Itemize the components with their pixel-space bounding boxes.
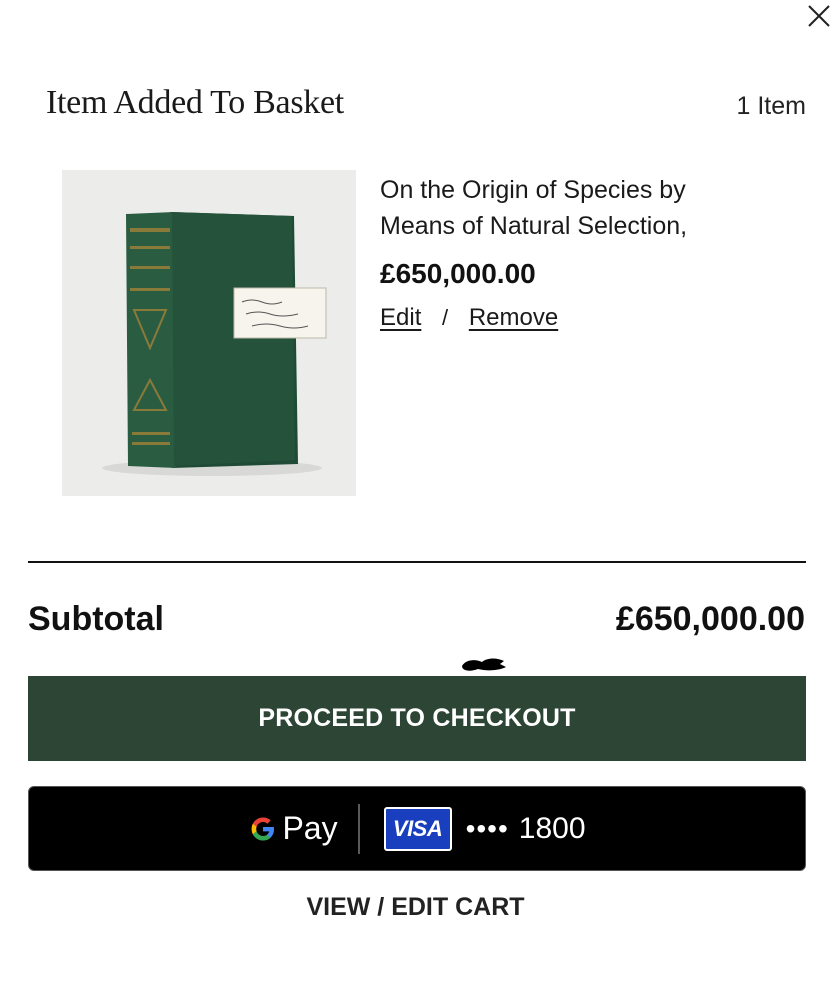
subtotal-value: £650,000.00 bbox=[615, 600, 805, 638]
card-last-four: 1800 bbox=[518, 811, 586, 845]
divider bbox=[28, 561, 806, 563]
pay-text: Pay bbox=[282, 810, 338, 846]
google-g-icon: G bbox=[252, 817, 275, 840]
product-price: £650,000.00 bbox=[380, 258, 536, 289]
action-separator: / bbox=[442, 305, 449, 330]
close-button[interactable] bbox=[803, 0, 831, 30]
product-name[interactable]: On the Origin of Species by Means of Nat… bbox=[380, 172, 760, 244]
product-actions: Edit / Remove bbox=[380, 304, 800, 332]
card-masked-dots: •••• bbox=[465, 812, 509, 844]
product-image[interactable] bbox=[62, 170, 356, 496]
subtotal-label: Subtotal bbox=[28, 600, 164, 638]
item-count: 1 Item bbox=[736, 92, 806, 120]
edit-link[interactable]: Edit bbox=[380, 304, 421, 331]
basket-header: Item Added To Basket 1 Item bbox=[46, 84, 806, 128]
close-icon bbox=[808, 5, 830, 27]
gpay-logo: G Pay bbox=[248, 810, 338, 847]
scribble-mark bbox=[462, 658, 506, 671]
remove-link[interactable]: Remove bbox=[469, 304, 558, 331]
visa-card-icon: VISA bbox=[383, 806, 452, 851]
page-title: Item Added To Basket bbox=[46, 84, 344, 121]
google-pay-button[interactable]: G Pay VISA •••• 1800 bbox=[28, 786, 806, 871]
product-info: On the Origin of Species by Means of Nat… bbox=[380, 172, 800, 332]
proceed-to-checkout-button[interactable]: PROCEED TO CHECKOUT bbox=[28, 676, 806, 761]
view-edit-cart-link[interactable]: VIEW / EDIT CART bbox=[0, 893, 831, 922]
gpay-divider bbox=[357, 803, 360, 854]
